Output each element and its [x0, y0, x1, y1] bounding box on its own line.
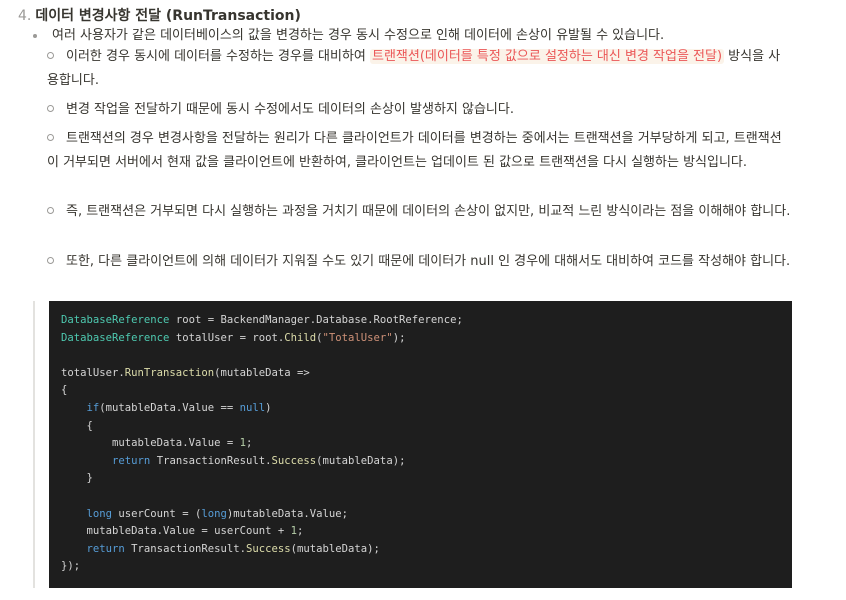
- code-token: ;: [245, 437, 253, 450]
- code-token: ): [265, 401, 272, 414]
- code-block: DatabaseReference root = BackendManager.…: [49, 301, 792, 588]
- code-token: }: [86, 472, 93, 485]
- code-token: (mutableData);: [316, 454, 406, 467]
- list-item-text-before: 이러한 경우 동시에 데이터를 수정하는 경우를 대비하여: [66, 49, 371, 64]
- code-token: (mutableData =>: [214, 366, 310, 379]
- list-item: 트랜잭션의 경우 변경사항을 전달하는 원리가 다른 클라이언트가 데이터를 변…: [47, 127, 792, 175]
- code-token: TransactionResult.: [150, 454, 272, 467]
- bullet-circle-icon: [47, 257, 54, 264]
- code-token: Child: [284, 331, 317, 344]
- code-token: DatabaseReference: [61, 331, 170, 344]
- code-token: ;: [297, 525, 304, 538]
- code-token: (mutableData);: [290, 542, 380, 555]
- code-token: totalUser.: [61, 366, 125, 379]
- list-item: 즉, 트랜잭션은 거부되면 다시 실행하는 과정을 거치기 때문에 데이터의 손…: [47, 200, 792, 224]
- list-item: 변경 작업을 전달하기 때문에 동시 수정에서도 데이터의 손상이 발생하지 않…: [47, 98, 792, 122]
- code-token: return: [112, 454, 151, 467]
- section-heading: 4. 데이터 변경사항 전달 (RunTransaction): [18, 6, 301, 26]
- code-token: TransactionResult.: [124, 542, 246, 555]
- code-token: long: [201, 507, 227, 520]
- code-token: Success: [245, 542, 291, 555]
- list-item-text: 또한, 다른 클라이언트에 의해 데이터가 지워질 수도 있기 때문에 데이터가…: [66, 254, 791, 269]
- code-token: });: [61, 560, 81, 573]
- code-token: );: [392, 331, 406, 344]
- quote-bar: [33, 301, 35, 588]
- section-number: 4.: [18, 8, 32, 24]
- bullet-circle-icon: [47, 207, 54, 214]
- code-token: root = BackendManager.Database.RootRefer…: [169, 314, 463, 326]
- code-token: {: [86, 419, 93, 432]
- bullet-dot-icon: [33, 34, 37, 38]
- code-token: "TotalUser": [322, 331, 393, 344]
- section-title: 데이터 변경사항 전달 (RunTransaction): [35, 8, 301, 24]
- highlighted-text: 트랜잭션(데이터를 특정 값으로 설정하는 대신 변경 작업을 전달): [370, 49, 725, 64]
- list-item: 이러한 경우 동시에 데이터를 수정하는 경우를 대비하여 트랜잭션(데이터를 …: [47, 45, 792, 93]
- code-token: totalUser = root.: [169, 331, 285, 344]
- bullet-circle-icon: [47, 52, 54, 59]
- code-token: long: [86, 507, 113, 520]
- intro-text: 여러 사용자가 같은 데이터베이스의 값을 변경하는 경우 동시 수정으로 인해…: [52, 28, 665, 43]
- code-token: (mutableData.Value ==: [99, 401, 240, 414]
- code-token: return: [86, 542, 125, 555]
- code-token: Success: [271, 454, 317, 467]
- code-token: mutableData.Value = userCount +: [86, 525, 291, 538]
- list-item-text: 트랜잭션의 경우 변경사항을 전달하는 원리가 다른 클라이언트가 데이터를 변…: [47, 131, 782, 170]
- bullet-circle-icon: [47, 134, 54, 141]
- code-token: {: [61, 384, 68, 397]
- bullet-circle-icon: [47, 105, 54, 112]
- list-item-text: 변경 작업을 전달하기 때문에 동시 수정에서도 데이터의 손상이 발생하지 않…: [66, 102, 514, 117]
- code-token: if: [86, 401, 100, 414]
- code-token: DatabaseReference: [61, 314, 170, 326]
- code-token: userCount = (: [112, 507, 202, 520]
- list-item-text: 즉, 트랜잭션은 거부되면 다시 실행하는 과정을 거치기 때문에 데이터의 손…: [66, 204, 791, 219]
- code-token: null: [239, 401, 266, 414]
- code-token: mutableData.Value =: [112, 437, 240, 450]
- code-token: RunTransaction: [124, 366, 215, 379]
- code-token: )mutableData.Value;: [226, 507, 349, 520]
- list-item: 또한, 다른 클라이언트에 의해 데이터가 지워질 수도 있기 때문에 데이터가…: [47, 250, 792, 274]
